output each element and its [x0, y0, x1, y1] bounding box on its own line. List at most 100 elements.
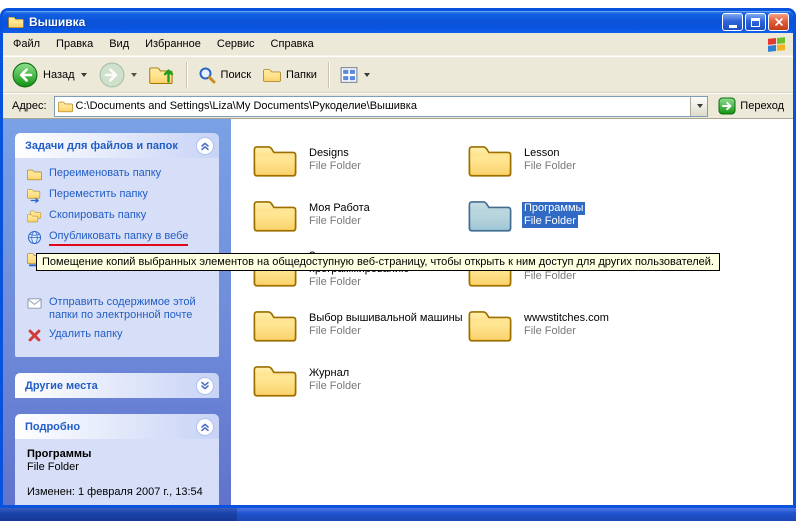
folder-name: Журнал — [307, 367, 351, 380]
move-folder-icon — [27, 188, 42, 203]
taskbar-left-segment — [0, 508, 237, 521]
folder-type: File Folder — [307, 215, 363, 228]
folder-item-lesson[interactable]: LessonFile Folder — [468, 132, 683, 187]
go-button[interactable]: Переход — [715, 97, 787, 115]
task-label: Отправить содержимое этой папки по элект… — [49, 296, 213, 322]
copy-folder-icon — [27, 209, 42, 224]
minimize-button[interactable] — [722, 13, 743, 31]
menu-favorites[interactable]: Избранное — [137, 35, 209, 53]
folder-type: File Folder — [307, 160, 363, 173]
folders-button[interactable]: Папки — [258, 63, 322, 87]
views-dropdown-icon — [364, 73, 370, 77]
menubar: Файл Правка Вид Избранное Сервис Справка — [3, 33, 793, 56]
section-other-places: Другие места — [15, 373, 219, 398]
task-copy-folder[interactable]: Скопировать папку — [27, 209, 213, 224]
menu-help[interactable]: Справка — [263, 35, 322, 53]
maximize-button[interactable] — [745, 13, 766, 31]
menu-edit[interactable]: Правка — [48, 35, 101, 53]
section-details: Подробно Программы File Folder Изменен: … — [15, 414, 219, 505]
task-publish-folder-web[interactable]: Опубликовать папку в вебе — [27, 230, 213, 246]
folder-type: File Folder — [307, 325, 363, 338]
close-button[interactable] — [768, 13, 789, 31]
task-delete-folder[interactable]: Удалить папку — [27, 328, 213, 343]
minimize-icon — [729, 25, 737, 28]
folder-type: File Folder — [522, 270, 578, 283]
go-icon — [718, 97, 736, 115]
details-body: Программы File Folder Изменен: 1 февраля… — [15, 439, 219, 505]
window-folder-icon — [8, 15, 24, 29]
file-tasks-header[interactable]: Задачи для файлов и папок — [15, 133, 219, 158]
dropdown-arrow-icon — [697, 104, 703, 108]
address-input[interactable] — [73, 100, 691, 112]
folder-list: DesignsFile Folder LessonFile Folder Моя… — [231, 119, 793, 505]
folder-type: File Folder — [522, 215, 578, 228]
close-icon — [774, 17, 784, 27]
windows-logo-icon — [768, 37, 785, 52]
publish-web-icon — [27, 230, 42, 245]
task-email-folder[interactable]: Отправить содержимое этой папки по элект… — [27, 296, 213, 322]
folder-icon — [253, 362, 297, 398]
task-label: Переместить папку — [49, 188, 148, 201]
details-modified: Изменен: 1 февраля 2007 г., 13:54 — [27, 486, 213, 499]
task-label: Скопировать папку — [49, 209, 146, 222]
up-button[interactable] — [144, 59, 180, 91]
toolbar: Назад Поиск Папки — [3, 56, 793, 93]
toolbar-separator — [186, 62, 187, 88]
folder-item-programmy-selected[interactable]: ПрограммыFile Folder — [468, 187, 683, 242]
back-icon — [12, 62, 38, 88]
search-label: Поиск — [221, 69, 251, 81]
back-label: Назад — [43, 69, 75, 81]
menu-view[interactable]: Вид — [101, 35, 137, 53]
task-move-folder[interactable]: Переместить папку — [27, 188, 213, 203]
address-bar: Адрес: Переход — [3, 93, 793, 119]
folder-item-wwwstitches[interactable]: wwwstitches.comFile Folder — [468, 297, 683, 352]
collapse-chevron-icon[interactable] — [196, 418, 214, 436]
menu-file[interactable]: Файл — [5, 35, 48, 53]
folder-item-vybor-mashiny[interactable]: Выбор вышивальной машиныFile Folder — [253, 297, 468, 352]
folder-name: Выбор вышивальной машины — [307, 312, 465, 325]
folders-label: Папки — [286, 69, 317, 81]
back-button[interactable]: Назад — [7, 59, 92, 91]
expand-chevron-icon[interactable] — [196, 377, 214, 395]
folder-item-moya-rabota[interactable]: Моя РаботаFile Folder — [253, 187, 468, 242]
search-icon — [198, 66, 216, 84]
other-places-title: Другие места — [25, 380, 98, 392]
email-icon — [27, 296, 42, 311]
folder-type: File Folder — [307, 380, 363, 393]
folder-item-zhurnal[interactable]: ЖурналFile Folder — [253, 352, 468, 407]
menu-tools[interactable]: Сервис — [209, 35, 263, 53]
search-button[interactable]: Поиск — [193, 63, 256, 87]
views-icon — [340, 66, 358, 84]
folder-icon — [468, 197, 512, 233]
folder-icon — [253, 307, 297, 343]
taskbar[interactable] — [0, 508, 796, 521]
forward-button[interactable] — [94, 59, 142, 91]
folder-item-designs[interactable]: DesignsFile Folder — [253, 132, 468, 187]
forward-dropdown-icon — [131, 73, 137, 77]
task-label: Переименовать папку — [49, 167, 161, 180]
maximize-icon — [751, 18, 760, 27]
up-folder-icon — [149, 62, 175, 88]
go-label: Переход — [740, 100, 784, 112]
folder-icon — [253, 197, 297, 233]
folder-name: wwwstitches.com — [522, 312, 611, 325]
folder-icon — [253, 142, 297, 178]
toolbar-separator — [328, 62, 329, 88]
task-label: Удалить папку — [49, 328, 123, 341]
task-rename-folder[interactable]: Переименовать папку — [27, 167, 213, 182]
task-pane: Задачи для файлов и папок Переименовать … — [3, 119, 231, 505]
address-dropdown-button[interactable] — [690, 97, 707, 116]
folders-icon — [263, 66, 281, 84]
back-dropdown-icon — [81, 73, 87, 77]
views-button[interactable] — [335, 63, 375, 87]
window-body: Задачи для файлов и папок Переименовать … — [3, 119, 793, 505]
other-places-header[interactable]: Другие места — [15, 373, 219, 398]
folder-icon — [468, 142, 512, 178]
address-combo — [54, 96, 709, 117]
folder-name: Программы — [522, 202, 585, 215]
folder-type: File Folder — [522, 160, 578, 173]
forward-icon — [99, 62, 125, 88]
details-header[interactable]: Подробно — [15, 414, 219, 439]
collapse-chevron-icon[interactable] — [196, 137, 214, 155]
explorer-window: Вышивка Файл Правка Вид Избранное Сервис… — [0, 8, 796, 508]
